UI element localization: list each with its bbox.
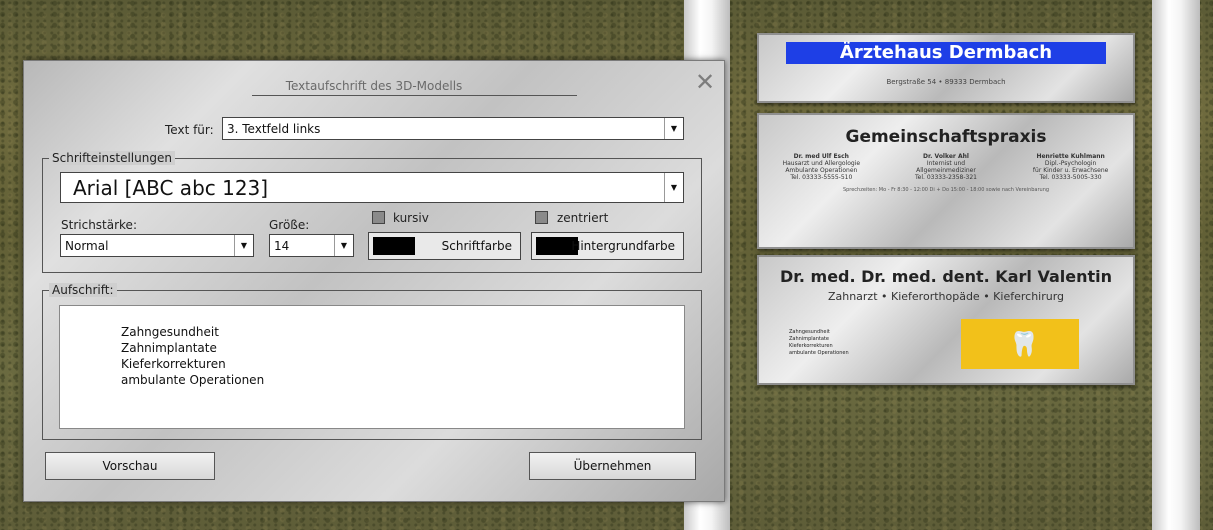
sign3-list: Zahngesundheit Zahnimplantate Kieferkorr… — [789, 329, 849, 357]
sign3-list-line: Kieferkorrekturen — [789, 343, 833, 349]
font-select[interactable]: Arial [ABC abc 123] ▼ — [60, 172, 684, 203]
tooth-logo: 🦷 — [961, 319, 1079, 369]
caption-line: Kieferkorrekturen — [121, 357, 226, 371]
sign3-subtitle: Zahnarzt • Kieferorthopäde • Kieferchiru… — [827, 290, 1065, 303]
text-for-select[interactable]: 3. Textfeld links ▼ — [222, 117, 684, 140]
chevron-down-icon[interactable]: ▼ — [334, 235, 353, 256]
background-color-label: Hintergrundfarbe — [571, 239, 675, 253]
centered-label: zentriert — [557, 211, 609, 225]
apply-button[interactable]: Übernehmen — [529, 452, 696, 480]
sign-post-right — [1152, 0, 1200, 530]
stroke-select[interactable]: Normal ▼ — [60, 234, 254, 257]
sign2-doctor-columns: Dr. med Ulf Esch Hausarzt und Allergolog… — [759, 153, 1133, 181]
doctor-line: für Kinder u. Erwachsene — [1032, 167, 1109, 174]
stroke-label: Strichstärke: — [61, 218, 137, 232]
sign2-title: Gemeinschaftspraxis — [845, 127, 1047, 147]
italic-label: kursiv — [393, 211, 429, 225]
text-dialog: Textaufschrift des 3D-Modells ✕ Text für… — [23, 60, 725, 502]
doctor-line: Tel. 03333-5005-330 — [1039, 174, 1102, 181]
title-underline — [252, 95, 577, 96]
sign3-list-line: Zahngesundheit — [789, 329, 830, 335]
doctor-line: Dipl.-Psychologin — [1044, 160, 1097, 167]
doctor-line: Hausarzt und Allergologie — [782, 160, 861, 167]
font-color-button[interactable]: Schriftfarbe — [368, 232, 521, 260]
caption-textarea[interactable]: Zahngesundheit Zahnimplantate Kieferkorr… — [59, 305, 685, 429]
dialog-title: Textaufschrift des 3D-Modells — [285, 79, 463, 93]
preview-button[interactable]: Vorschau — [45, 452, 215, 480]
italic-checkbox[interactable] — [372, 211, 385, 224]
size-label: Größe: — [269, 218, 310, 232]
chevron-down-icon[interactable]: ▼ — [664, 173, 683, 202]
close-icon[interactable]: ✕ — [695, 70, 715, 94]
doctor-line: Ambulante Operationen — [785, 167, 858, 174]
sign-karl-valentin: Dr. med. Dr. med. dent. Karl Valentin Za… — [757, 255, 1135, 385]
sign1-address: Bergstraße 54 • 89333 Dermbach — [886, 78, 1006, 86]
caption-line: ambulante Operationen — [121, 373, 265, 387]
font-color-swatch — [373, 237, 415, 255]
doctor-line: Tel. 03333-2358-321 — [915, 174, 977, 181]
tooth-icon: 🦷 — [1009, 330, 1039, 358]
doctor-column: Dr. Volker Ahl Internist und Allgemeinme… — [891, 153, 1001, 181]
sign-gemeinschaftspraxis: Gemeinschaftspraxis Dr. med Ulf Esch Hau… — [757, 113, 1135, 249]
doctor-column: Dr. med Ulf Esch Hausarzt und Allergolog… — [766, 153, 876, 181]
font-value: Arial [ABC abc 123] — [73, 175, 269, 200]
chevron-down-icon[interactable]: ▼ — [234, 235, 253, 256]
caption-lines: Zahngesundheit Zahnimplantate Kieferkorr… — [121, 324, 264, 388]
size-value: 14 — [274, 238, 290, 253]
doctor-line: Tel. 03333-5555-510 — [790, 174, 853, 181]
caption-line: Zahnimplantate — [121, 341, 217, 355]
chevron-down-icon[interactable]: ▼ — [664, 118, 683, 139]
centered-checkbox[interactable] — [535, 211, 548, 224]
text-for-label: Text für: — [165, 123, 214, 137]
sign-aerztehaus: Ärztehaus Dermbach Bergstraße 54 • 89333… — [757, 33, 1135, 103]
doctor-column: Henriette Kuhlmann Dipl.-Psychologin für… — [1016, 153, 1126, 181]
doctor-name: Dr. Volker Ahl — [923, 153, 969, 160]
caption-line: Zahngesundheit — [121, 325, 219, 339]
stroke-value: Normal — [65, 238, 109, 253]
background-color-button[interactable]: Hintergrundfarbe — [531, 232, 684, 260]
sign3-list-line: Zahnimplantate — [789, 336, 829, 342]
doctor-line: Allgemeinmediziner — [916, 167, 976, 174]
doctor-name: Henriette Kuhlmann — [1036, 153, 1105, 160]
sign3-list-line: ambulante Operationen — [789, 350, 849, 356]
sign1-title: Ärztehaus Dermbach — [786, 42, 1106, 64]
font-color-label: Schriftfarbe — [441, 239, 512, 253]
font-settings-label: Schrifteinstellungen — [49, 151, 175, 165]
text-for-value: 3. Textfeld links — [227, 121, 321, 136]
caption-label: Aufschrift: — [49, 283, 117, 297]
doctor-line: Internist und — [926, 160, 966, 167]
sign2-footer: Sprechzeiten: Mo - Fr 8:30 - 12:00 Di + … — [842, 187, 1050, 193]
doctor-name: Dr. med Ulf Esch — [793, 153, 849, 160]
sign3-title: Dr. med. Dr. med. dent. Karl Valentin — [779, 267, 1112, 286]
size-select[interactable]: 14 ▼ — [269, 234, 354, 257]
